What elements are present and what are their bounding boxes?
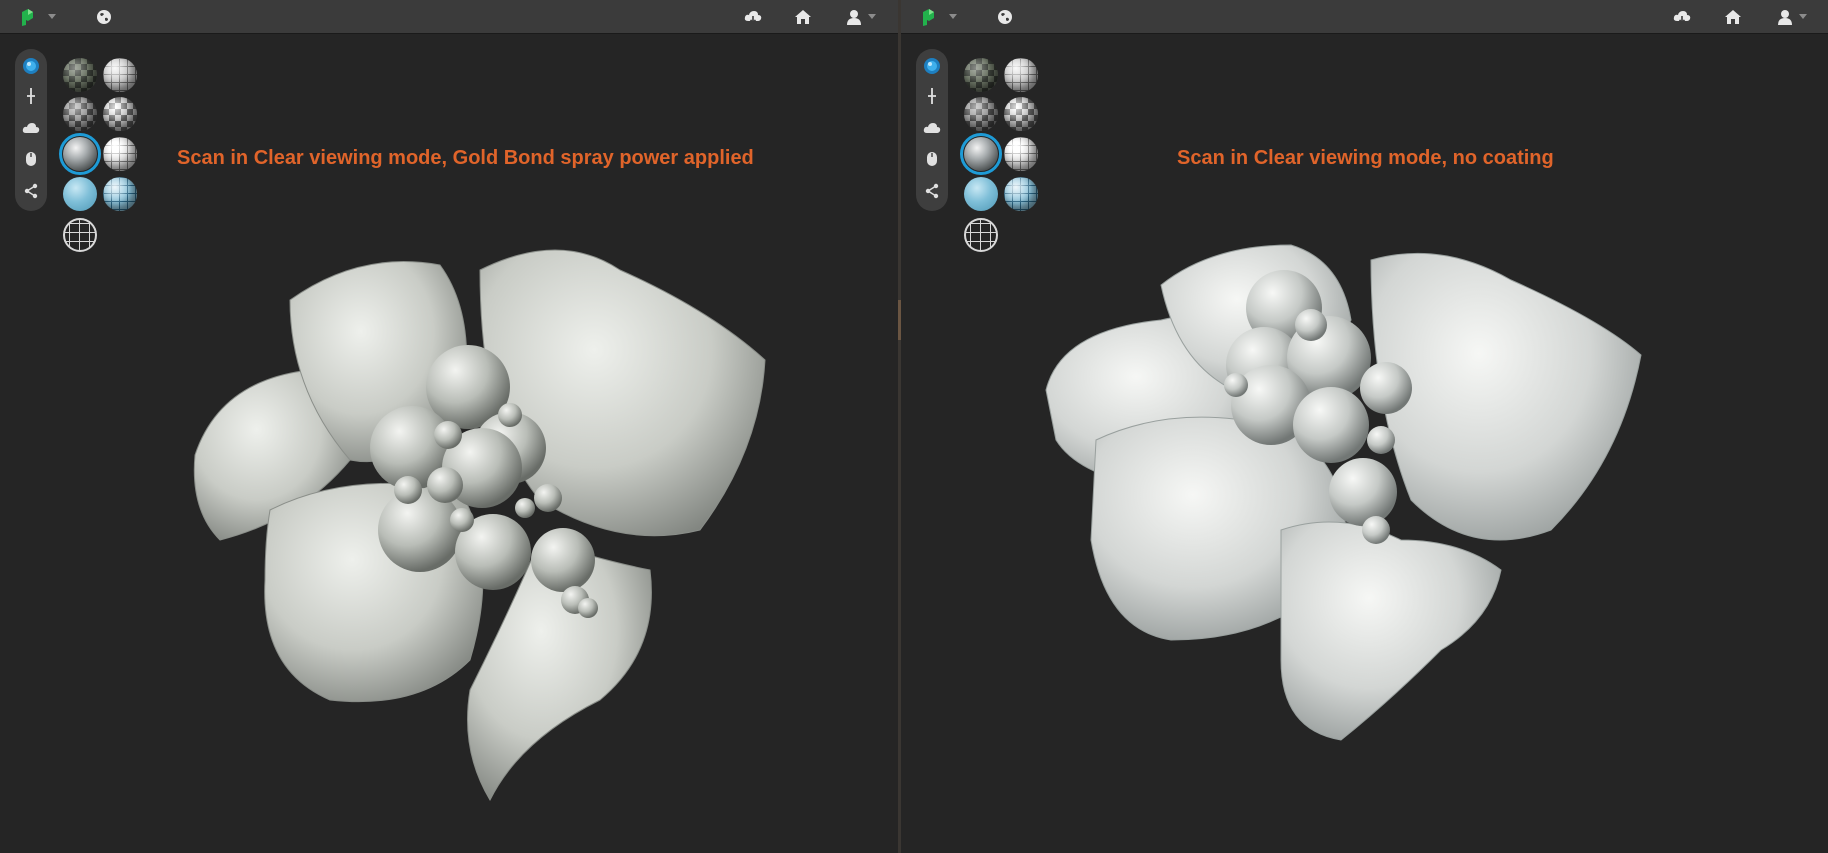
- viewer-caption: Scan in Clear viewing mode, Gold Bond sp…: [177, 147, 754, 169]
- material-clear-smooth-swatch[interactable]: [960, 133, 1002, 175]
- mouse-icon[interactable]: [922, 149, 942, 169]
- user-icon[interactable]: [1777, 8, 1793, 26]
- chevron-down-icon[interactable]: [48, 14, 56, 19]
- globe-icon[interactable]: [96, 8, 112, 26]
- side-toolbar: [15, 49, 47, 211]
- flower-3d-model[interactable]: [1041, 240, 1661, 760]
- pin-icon[interactable]: [21, 86, 41, 106]
- globe-icon[interactable]: [997, 8, 1013, 26]
- top-bar: [0, 0, 898, 34]
- material-checker-dark-swatch[interactable]: [63, 58, 97, 92]
- side-toolbar: [916, 49, 948, 211]
- app-logo-icon[interactable]: [921, 8, 935, 26]
- cloud-icon[interactable]: [922, 118, 942, 138]
- material-blue-grid-swatch[interactable]: [1004, 177, 1038, 211]
- material-blue-smooth-swatch[interactable]: [964, 177, 998, 211]
- material-blue-grid-swatch[interactable]: [103, 177, 137, 211]
- top-bar: [901, 0, 1828, 34]
- viewer-caption: Scan in Clear viewing mode, no coating: [1177, 147, 1554, 169]
- viewer-right[interactable]: Scan in Clear viewing mode, no coating: [901, 0, 1828, 853]
- chevron-down-icon[interactable]: [868, 14, 876, 19]
- material-checker-light-swatch[interactable]: [964, 97, 998, 131]
- chevron-down-icon[interactable]: [1799, 14, 1807, 19]
- material-checker-dark-swatch[interactable]: [964, 58, 998, 92]
- user-icon[interactable]: [846, 8, 862, 26]
- app-logo-icon[interactable]: [20, 8, 34, 26]
- material-checker-grid-swatch[interactable]: [1004, 97, 1038, 131]
- material-grid-light-swatch[interactable]: [103, 137, 137, 171]
- view-mode-icon[interactable]: [922, 56, 942, 76]
- material-clear-smooth-swatch[interactable]: [59, 133, 101, 175]
- cloud-download-icon[interactable]: [1673, 8, 1691, 26]
- viewer-left[interactable]: Scan in Clear viewing mode, Gold Bond sp…: [0, 0, 898, 853]
- material-grid-swatch[interactable]: [1004, 58, 1038, 92]
- mouse-icon[interactable]: [21, 149, 41, 169]
- cloud-icon[interactable]: [21, 118, 41, 138]
- material-checker-grid-swatch[interactable]: [103, 97, 137, 131]
- pin-icon[interactable]: [922, 86, 942, 106]
- home-icon[interactable]: [1724, 8, 1742, 26]
- share-icon[interactable]: [922, 181, 942, 201]
- material-grid-light-swatch[interactable]: [1004, 137, 1038, 171]
- material-wireframe-swatch[interactable]: [964, 218, 998, 252]
- chevron-down-icon[interactable]: [949, 14, 957, 19]
- home-icon[interactable]: [794, 8, 812, 26]
- material-wireframe-swatch[interactable]: [63, 218, 97, 252]
- flower-3d-model[interactable]: [180, 230, 780, 810]
- material-blue-smooth-swatch[interactable]: [63, 177, 97, 211]
- cloud-download-icon[interactable]: [744, 8, 762, 26]
- material-checker-light-swatch[interactable]: [63, 97, 97, 131]
- share-icon[interactable]: [21, 181, 41, 201]
- material-grid-swatch[interactable]: [103, 58, 137, 92]
- view-mode-icon[interactable]: [21, 56, 41, 76]
